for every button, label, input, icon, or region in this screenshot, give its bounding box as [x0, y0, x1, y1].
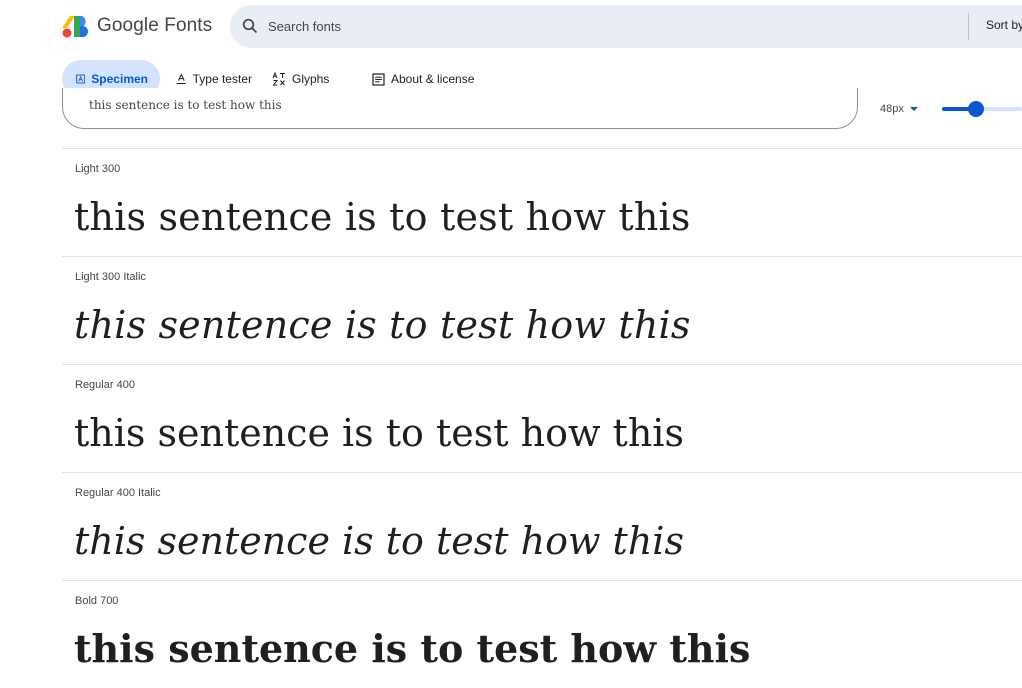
preview-text-field[interactable] — [62, 88, 858, 129]
brand-title[interactable]: Google Fonts — [97, 15, 212, 37]
style-row-bold-700[interactable]: Bold 700 this sentence is to test how th… — [62, 580, 1022, 688]
preview-text-input[interactable] — [89, 98, 789, 112]
style-sample: this sentence is to test how this — [74, 195, 691, 239]
google-fonts-logo-icon[interactable] — [62, 14, 88, 38]
style-sample: this sentence is to test how this — [74, 303, 691, 347]
font-size-select[interactable]: 48px — [880, 103, 918, 115]
slider-thumb[interactable] — [968, 101, 984, 117]
font-size-slider[interactable] — [942, 101, 1022, 117]
style-sample: this sentence is to test how this — [74, 411, 684, 455]
style-label: Regular 400 — [75, 379, 135, 391]
style-label: Bold 700 — [75, 595, 119, 607]
style-list: Light 300 this sentence is to test how t… — [62, 148, 1022, 688]
top-bar: Google Fonts Sort by — [0, 0, 1022, 52]
style-row-light-300-italic[interactable]: Light 300 Italic this sentence is to tes… — [62, 256, 1022, 364]
search-icon — [242, 18, 258, 34]
tab-type-tester-label: Type tester — [192, 72, 252, 86]
style-row-light-300[interactable]: Light 300 this sentence is to test how t… — [62, 148, 1022, 256]
style-label: Light 300 Italic — [75, 271, 146, 283]
about-icon — [372, 72, 385, 86]
glyphs-icon — [272, 72, 285, 86]
style-sample: this sentence is to test how this — [74, 519, 684, 563]
font-size-value: 48px — [880, 103, 904, 115]
style-row-regular-400[interactable]: Regular 400 this sentence is to test how… — [62, 364, 1022, 472]
search-input[interactable] — [268, 5, 868, 48]
search-bar[interactable]: Sort by — [230, 5, 1022, 48]
tab-about-license-label: About & license — [391, 72, 475, 86]
style-sample: this sentence is to test how this — [74, 626, 751, 671]
style-label: Light 300 — [75, 163, 121, 175]
dropdown-caret-icon — [909, 107, 918, 111]
style-row-regular-400-italic[interactable]: Regular 400 Italic this sentence is to t… — [62, 472, 1022, 580]
specimen-icon — [76, 74, 86, 84]
style-label: Regular 400 Italic — [75, 487, 161, 499]
search-divider — [968, 13, 969, 40]
tab-specimen-label: Specimen — [91, 72, 148, 86]
tab-glyphs-label: Glyphs — [292, 72, 330, 86]
type-tester-icon — [176, 73, 186, 84]
sort-by-button[interactable]: Sort by — [986, 18, 1022, 32]
